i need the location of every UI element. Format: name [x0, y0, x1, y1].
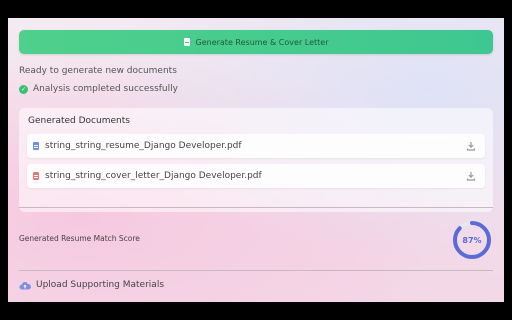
check-circle-icon: ✓ — [19, 84, 28, 94]
section-divider — [19, 270, 493, 271]
cloud-upload-icon — [19, 281, 31, 290]
generated-documents-card: Generated Documents string_string_resume… — [19, 108, 493, 212]
document-item-cover-letter[interactable]: string_string_cover_letter_Django Develo… — [27, 164, 485, 188]
match-score-label: Generated Resume Match Score — [19, 234, 140, 243]
document-name: string_string_resume_Django Developer.pd… — [45, 141, 242, 151]
match-score-ring: 87% — [451, 219, 493, 261]
success-message: ✓ Analysis completed successfully — [19, 84, 178, 94]
upload-label: Upload Supporting Materials — [36, 280, 165, 290]
section-divider — [19, 207, 493, 208]
pdf-file-icon — [33, 172, 39, 180]
download-icon[interactable] — [465, 170, 477, 182]
success-text: Analysis completed successfully — [33, 84, 178, 94]
upload-supporting-materials[interactable]: Upload Supporting Materials — [19, 280, 164, 290]
document-icon — [183, 38, 190, 46]
generate-button-label: Generate Resume & Cover Letter — [195, 37, 329, 47]
pdf-file-icon — [33, 142, 39, 150]
generate-resume-button[interactable]: Generate Resume & Cover Letter — [19, 30, 493, 54]
documents-title: Generated Documents — [28, 116, 130, 126]
document-item-resume[interactable]: string_string_resume_Django Developer.pd… — [27, 134, 485, 158]
status-text: Ready to generate new documents — [19, 66, 177, 76]
match-score-value: 87% — [462, 235, 482, 245]
download-icon[interactable] — [465, 140, 477, 152]
app-viewport: Generate Resume & Cover Letter Ready to … — [8, 18, 504, 302]
document-name: string_string_cover_letter_Django Develo… — [45, 171, 262, 181]
